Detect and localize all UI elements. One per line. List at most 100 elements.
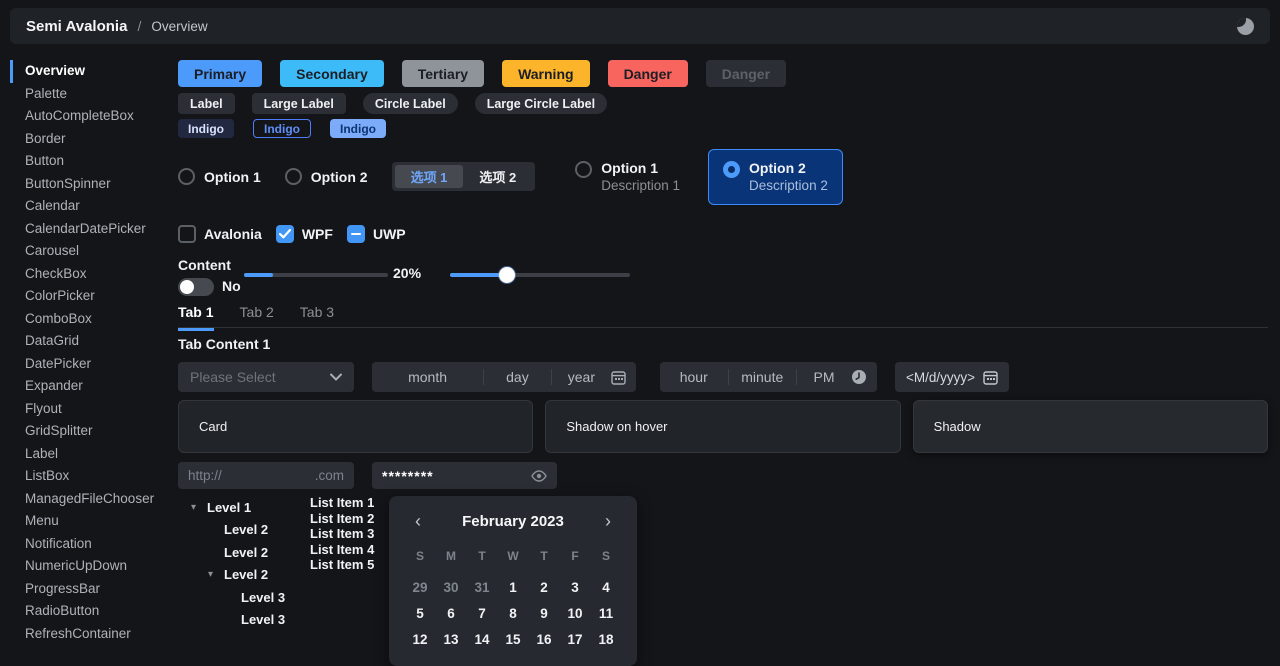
url-input[interactable]: http:// .com <box>178 462 354 489</box>
tree-expand-icon[interactable]: ▾ <box>208 569 224 580</box>
calendar-day-cell[interactable]: 31 <box>467 574 498 600</box>
radio-demo-row: Option 1 Option 2 选项 1 选项 2 Option 1 Des… <box>178 148 1268 205</box>
tree-node[interactable]: Level 2 <box>185 541 305 564</box>
calendar-day-cell[interactable]: 13 <box>436 626 467 652</box>
sidebar-item[interactable]: Label <box>10 443 170 466</box>
calendar-dow-label: W <box>498 544 529 568</box>
segment-option-1[interactable]: 选项 1 <box>395 165 464 188</box>
sidebar-item[interactable]: AutoCompleteBox <box>10 105 170 128</box>
calendar-next-icon[interactable]: › <box>605 512 611 530</box>
sidebar-item[interactable]: RadioButton <box>10 600 170 623</box>
sidebar-item[interactable]: ComboBox <box>10 308 170 331</box>
calendar-day-cell[interactable]: 9 <box>529 600 560 626</box>
url-prefix: http:// <box>188 468 222 483</box>
sidebar-item[interactable]: Palette <box>10 83 170 106</box>
sidebar-item[interactable]: GridSplitter <box>10 420 170 443</box>
sidebar-item[interactable]: Button <box>10 150 170 173</box>
tree-expand-icon[interactable]: ▾ <box>191 502 207 513</box>
password-input[interactable]: ******** <box>372 462 557 489</box>
sidebar-item[interactable]: ColorPicker <box>10 285 170 308</box>
sidebar-item[interactable]: RefreshContainer <box>10 623 170 646</box>
calendar-day-cell[interactable]: 17 <box>560 626 591 652</box>
calendar-day-cell[interactable]: 14 <box>467 626 498 652</box>
calendar-day-cell[interactable]: 1 <box>498 574 529 600</box>
calendar-day-cell[interactable]: 18 <box>591 626 622 652</box>
tree-node[interactable]: ▾ Level 1 <box>185 496 305 519</box>
segment-option-2[interactable]: 选项 2 <box>463 165 532 188</box>
indigo-tag-outline: Indigo <box>253 119 311 138</box>
warning-button[interactable]: Warning <box>502 60 589 87</box>
indigo-tag-solid: Indigo <box>178 119 234 138</box>
calendar-day-cell[interactable]: 16 <box>529 626 560 652</box>
sidebar-item[interactable]: Calendar <box>10 195 170 218</box>
theme-toggle-moon-icon[interactable] <box>1237 18 1254 35</box>
checkbox-wpf[interactable]: WPF <box>276 225 333 243</box>
radio-card-option-1[interactable]: Option 1 Description 1 <box>561 150 694 204</box>
sidebar-item[interactable]: ProgressBar <box>10 578 170 601</box>
tree-node[interactable]: Level 3 <box>185 609 305 632</box>
label-chip: Label <box>178 93 235 114</box>
time-picker[interactable]: hour minute PM <box>660 362 877 392</box>
calendar-day-cell[interactable]: 11 <box>591 600 622 626</box>
slider-thumb[interactable] <box>499 267 515 283</box>
calendar-day-cell[interactable]: 30 <box>436 574 467 600</box>
radio-option-1[interactable]: Option 1 <box>178 168 261 185</box>
calendar-day-cell[interactable]: 10 <box>560 600 591 626</box>
list-item[interactable]: List Item 1 <box>310 495 374 511</box>
calendar-day-cell[interactable]: 4 <box>591 574 622 600</box>
toggle-switch[interactable] <box>178 278 214 296</box>
sidebar-item[interactable]: Menu <box>10 510 170 533</box>
checkbox-avalonia[interactable]: Avalonia <box>178 225 262 243</box>
sidebar-item[interactable]: Expander <box>10 375 170 398</box>
sidebar-item[interactable]: ManagedFileChooser <box>10 488 170 511</box>
calendar-day-cell[interactable]: 2 <box>529 574 560 600</box>
calendar-day-cell[interactable]: 15 <box>498 626 529 652</box>
sidebar-item[interactable]: DataGrid <box>10 330 170 353</box>
list-item[interactable]: List Item 2 <box>310 511 374 527</box>
calendar-day-cell[interactable]: 5 <box>405 600 436 626</box>
clock-icon <box>851 369 867 385</box>
calendar-day-cell[interactable]: 12 <box>405 626 436 652</box>
secondary-button[interactable]: Secondary <box>280 60 384 87</box>
sidebar-item[interactable]: Overview <box>10 60 170 83</box>
url-suffix: .com <box>315 468 344 483</box>
tree-node[interactable]: Level 2 <box>185 519 305 542</box>
sidebar-item[interactable]: Notification <box>10 533 170 556</box>
calendar-day-cell[interactable]: 8 <box>498 600 529 626</box>
sidebar-item[interactable]: DatePicker <box>10 353 170 376</box>
sidebar-item[interactable]: CalendarDatePicker <box>10 218 170 241</box>
calendar-day-cell[interactable]: 7 <box>467 600 498 626</box>
checkbox-uwp[interactable]: UWP <box>347 225 406 243</box>
sidebar-item[interactable]: NumericUpDown <box>10 555 170 578</box>
tree-node[interactable]: ▾ Level 2 <box>185 564 305 587</box>
card-shadow-on-hover[interactable]: Shadow on hover <box>545 400 900 453</box>
eye-icon[interactable] <box>531 470 547 482</box>
select-dropdown[interactable]: Please Select <box>178 362 354 392</box>
tree-node[interactable]: Level 3 <box>185 586 305 609</box>
list-item[interactable]: List Item 4 <box>310 542 374 558</box>
sidebar-item[interactable]: Carousel <box>10 240 170 263</box>
calendar-dow-label: S <box>405 544 436 568</box>
calendar-day-cell[interactable]: 3 <box>560 574 591 600</box>
slider-2[interactable] <box>450 273 630 277</box>
sidebar-item[interactable]: ButtonSpinner <box>10 173 170 196</box>
format-date-picker[interactable]: <M/d/yyyy> <box>895 362 1009 392</box>
sidebar-item[interactable]: Border <box>10 128 170 151</box>
calendar-title: February 2023 <box>421 513 605 530</box>
primary-button[interactable]: Primary <box>178 60 262 87</box>
list-item[interactable]: List Item 5 <box>310 557 374 573</box>
radio-card-option-2[interactable]: Option 2 Description 2 <box>708 149 843 205</box>
calendar-dow-label: M <box>436 544 467 568</box>
date-picker[interactable]: month day year <box>372 362 636 392</box>
slider-1[interactable] <box>244 273 388 277</box>
sidebar-item[interactable]: CheckBox <box>10 263 170 286</box>
sidebar-item[interactable]: Flyout <box>10 398 170 421</box>
radio-option-2[interactable]: Option 2 <box>285 168 368 185</box>
list-item[interactable]: List Item 3 <box>310 526 374 542</box>
danger-button[interactable]: Danger <box>608 60 688 87</box>
calendar-day-cell[interactable]: 6 <box>436 600 467 626</box>
calendar-day-cell[interactable]: 29 <box>405 574 436 600</box>
calendar-dow-label: S <box>591 544 622 568</box>
sidebar-item[interactable]: ListBox <box>10 465 170 488</box>
tertiary-button[interactable]: Tertiary <box>402 60 484 87</box>
